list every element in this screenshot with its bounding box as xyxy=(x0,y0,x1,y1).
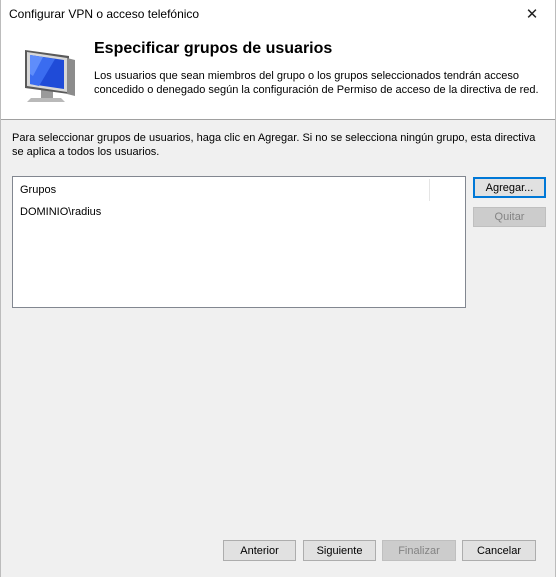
wizard-window: Configurar VPN o acceso telefónico ✕ Esp… xyxy=(0,0,556,577)
column-separator[interactable] xyxy=(429,179,430,201)
page-description: Los usuarios que sean miembros del grupo… xyxy=(94,70,539,96)
close-icon[interactable]: ✕ xyxy=(509,0,555,28)
back-button[interactable]: Anterior xyxy=(223,540,296,561)
title-bar: Configurar VPN o acceso telefónico ✕ xyxy=(1,0,555,28)
next-button[interactable]: Siguiente xyxy=(303,540,376,561)
wizard-header: Especificar grupos de usuarios Los usuar… xyxy=(1,28,555,120)
remove-button[interactable]: Quitar xyxy=(473,207,546,227)
groups-list[interactable]: Grupos DOMINIO\radius xyxy=(12,176,466,308)
groups-column-label: Grupos xyxy=(20,184,57,196)
groups-column-header[interactable]: Grupos xyxy=(13,177,465,203)
instructions-text: Para seleccionar grupos de usuarios, hag… xyxy=(12,132,536,158)
page-heading: Especificar grupos de usuarios xyxy=(94,40,333,57)
monitor-icon xyxy=(25,50,75,102)
cancel-button[interactable]: Cancelar xyxy=(462,540,536,561)
finish-button[interactable]: Finalizar xyxy=(382,540,456,561)
list-item[interactable]: DOMINIO\radius xyxy=(20,206,101,218)
add-button[interactable]: Agregar... xyxy=(473,177,546,198)
window-title: Configurar VPN o acceso telefónico xyxy=(9,7,200,21)
